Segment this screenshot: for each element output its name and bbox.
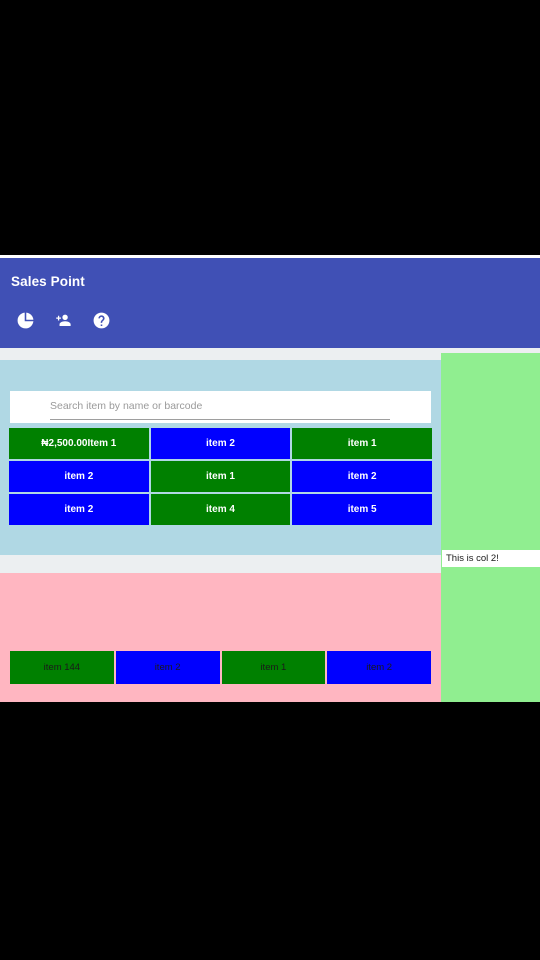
search-input[interactable] bbox=[50, 395, 390, 420]
cart-panel: item 144 item 2 item 1 item 2 bbox=[0, 573, 441, 702]
item-tile[interactable]: ₦2,500.00Item 1 bbox=[9, 428, 149, 459]
search-field-container bbox=[10, 391, 431, 423]
column-2: This is col 2! bbox=[441, 353, 540, 702]
cart-item-button[interactable]: item 144 bbox=[10, 651, 114, 684]
item-tile[interactable]: item 5 bbox=[292, 494, 432, 525]
app-bar-actions bbox=[16, 311, 111, 330]
cart-item-button[interactable]: item 2 bbox=[327, 651, 431, 684]
item-tile[interactable]: item 2 bbox=[9, 494, 149, 525]
item-tile[interactable]: item 2 bbox=[150, 428, 291, 459]
item-tile[interactable]: item 1 bbox=[292, 428, 432, 459]
cart-item-button[interactable]: item 1 bbox=[221, 651, 326, 684]
device-screen: Sales Point Search item by name or barco… bbox=[0, 0, 540, 960]
app-viewport: Sales Point Search item by name or barco… bbox=[0, 255, 540, 702]
item-tile[interactable]: item 1 bbox=[150, 461, 291, 492]
person-add-icon[interactable] bbox=[54, 311, 73, 330]
pie-chart-icon[interactable] bbox=[16, 311, 35, 330]
cart-button-row: item 144 item 2 item 1 item 2 bbox=[10, 651, 431, 684]
app-bar: Sales Point bbox=[0, 258, 540, 348]
item-tile[interactable]: item 2 bbox=[9, 461, 149, 492]
cart-item-button[interactable]: item 2 bbox=[115, 651, 220, 684]
item-grid: ₦2,500.00Item 1 item 2 item 1 item 2 item 1i… bbox=[9, 428, 432, 525]
item-tile[interactable]: item 2 bbox=[292, 461, 432, 492]
column-2-label: This is col 2! bbox=[442, 550, 540, 567]
help-icon[interactable] bbox=[92, 311, 111, 330]
item-search-panel: ₦2,500.00Item 1item 2item 1item 2item 1i… bbox=[0, 360, 441, 555]
item-tile[interactable]: item 4 bbox=[150, 494, 291, 525]
page-title: Sales Point bbox=[11, 274, 85, 289]
